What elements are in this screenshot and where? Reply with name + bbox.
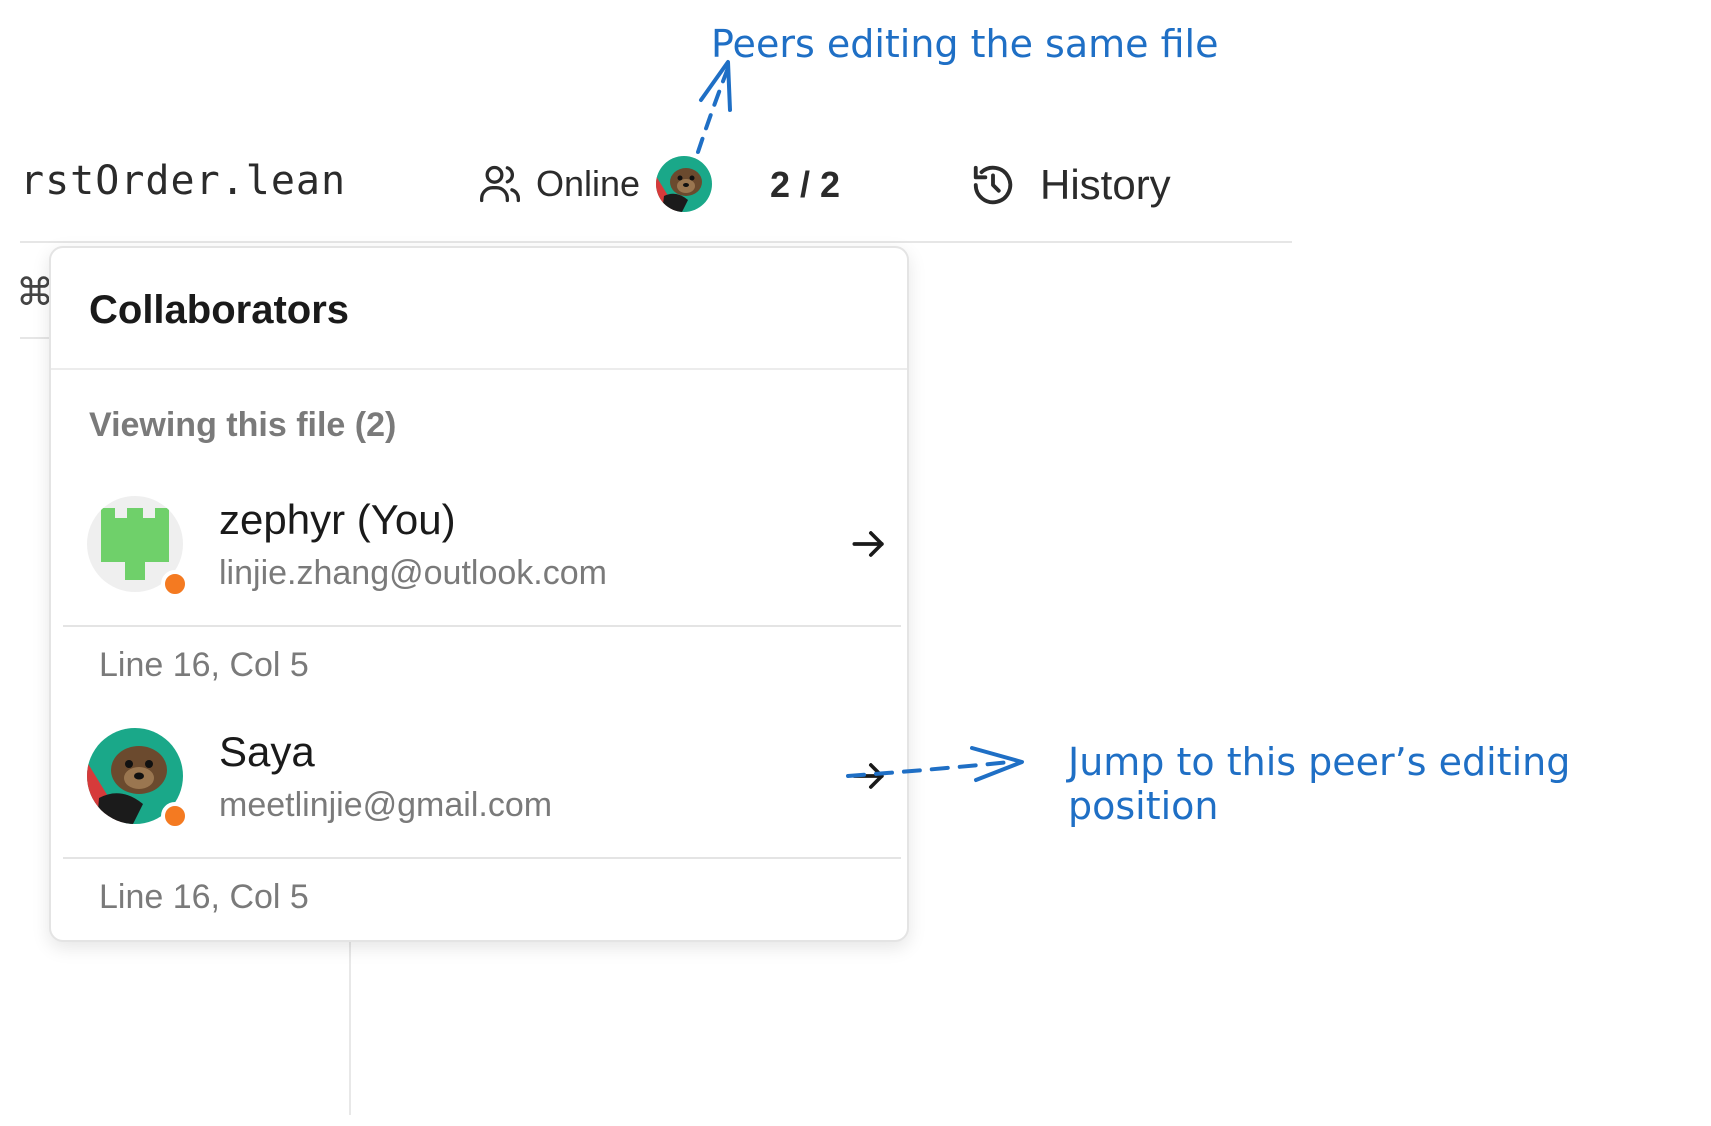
history-button[interactable]: History <box>970 158 1171 212</box>
annotation-arrow-up <box>696 66 730 154</box>
status-dot <box>161 570 189 598</box>
collaborator-email: linjie.zhang@outlook.com <box>219 554 607 592</box>
cursor-position: Line 16, Col 5 <box>99 646 309 684</box>
section-label: Viewing this file (2) <box>89 406 397 444</box>
jump-arrow-icon[interactable] <box>847 522 891 566</box>
collaborators-popover: Collaborators Viewing this file (2) zeph… <box>49 246 909 942</box>
collaborator-name: zephyr (You) <box>219 496 456 543</box>
cursor-position: Line 16, Col 5 <box>99 878 309 916</box>
collaborator-email: meetlinjie@gmail.com <box>219 786 553 824</box>
popover-title: Collaborators <box>89 288 350 332</box>
status-dot <box>161 802 189 830</box>
peer-count: 2 / 2 <box>770 164 841 205</box>
editor-split-line <box>349 935 351 1115</box>
gutter-divider <box>20 337 50 339</box>
avatar <box>87 728 189 830</box>
online-label: Online <box>536 163 641 204</box>
history-icon <box>973 165 1013 205</box>
annotation-peers: Peers editing the same file <box>711 22 1219 66</box>
row-divider <box>63 625 901 627</box>
collaborator-row[interactable]: Saya meetlinjie@gmail.com <box>87 728 887 848</box>
peer-avatar-icon[interactable] <box>656 156 713 212</box>
history-label: History <box>1040 161 1171 208</box>
annotation-arrowhead-up <box>699 60 732 112</box>
jump-arrow-icon[interactable] <box>847 754 891 798</box>
row-divider <box>63 857 901 859</box>
avatar <box>87 496 189 598</box>
collaborator-row[interactable]: zephyr (You) linjie.zhang@outlook.com <box>87 496 887 616</box>
annotation-arrowhead-right <box>970 746 1024 782</box>
online-status-button[interactable]: Online <box>478 156 713 212</box>
users-icon <box>480 165 520 203</box>
popover-divider <box>51 368 907 370</box>
header-divider <box>20 241 1292 243</box>
file-name[interactable]: rstOrder.lean <box>20 158 346 204</box>
screenshot-stage: rstOrder.lean Online 2 / 2 History ⌘ Col… <box>0 0 1711 1126</box>
collaborator-name: Saya <box>219 728 315 775</box>
annotation-jump: Jump to this peer’s editing position <box>1068 740 1571 828</box>
